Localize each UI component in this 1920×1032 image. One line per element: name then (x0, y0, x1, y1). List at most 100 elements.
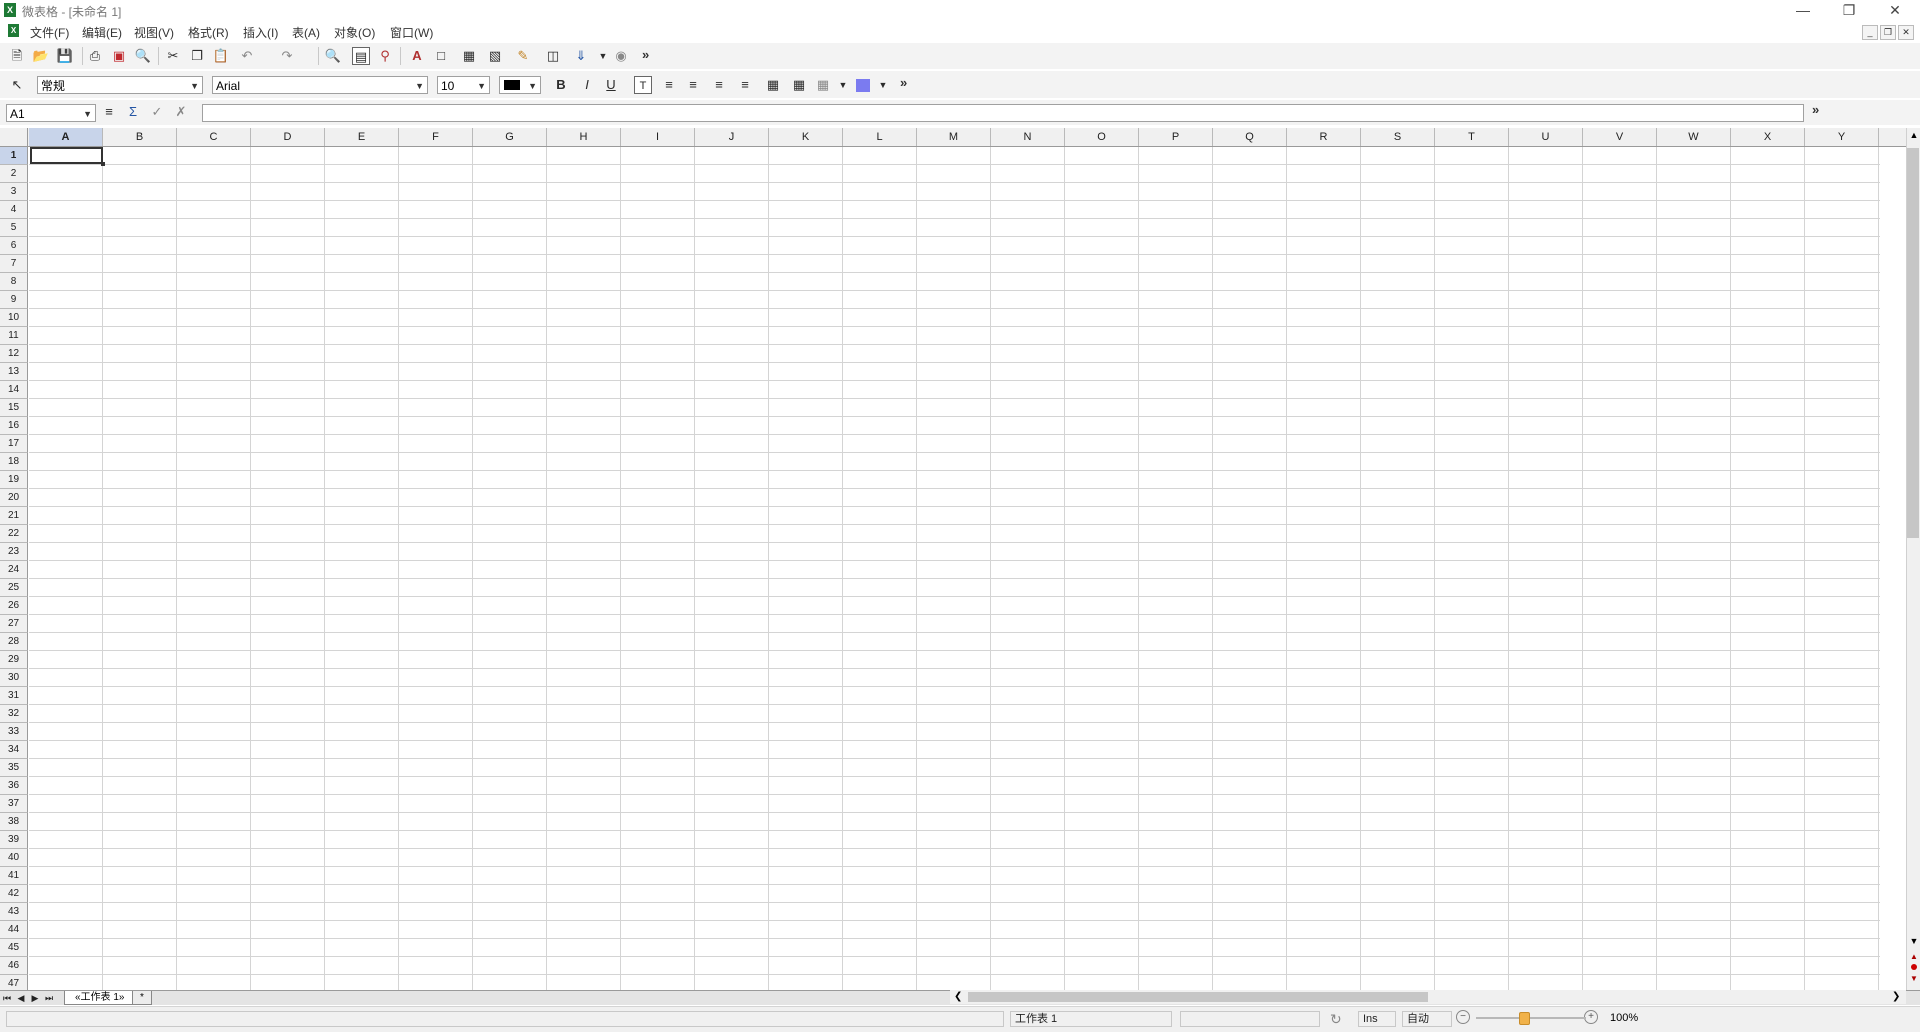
zoom-slider-track[interactable] (1476, 1017, 1586, 1019)
mdi-close-button[interactable]: ✕ (1898, 25, 1914, 40)
column-header[interactable]: I (621, 128, 695, 146)
sheet-tab-1[interactable]: «工作表 1» (64, 991, 136, 1005)
next-sheet-icon[interactable]: ▶ (28, 991, 42, 1005)
last-sheet-icon[interactable]: ⏭ (42, 991, 56, 1005)
restore-button[interactable]: ❐ (1826, 0, 1872, 20)
row-header[interactable]: 1 (0, 147, 28, 165)
insert-icon[interactable]: ⇓ (572, 47, 590, 65)
row-header[interactable]: 14 (0, 381, 28, 399)
open-folder-icon[interactable]: 📂 (32, 47, 50, 65)
row-header[interactable]: 17 (0, 435, 28, 453)
menu-edit[interactable]: 编辑(E) (82, 24, 122, 41)
row-header[interactable]: 5 (0, 219, 28, 237)
copy-icon[interactable]: ❐ (188, 47, 206, 65)
merge-cells-icon[interactable]: ▦ (764, 76, 782, 94)
underline-icon[interactable]: U (602, 76, 620, 94)
column-header[interactable]: G (473, 128, 547, 146)
page-down-icon[interactable]: ▼ (1910, 974, 1918, 983)
column-header[interactable]: S (1361, 128, 1435, 146)
row-header[interactable]: 25 (0, 579, 28, 597)
row-header[interactable]: 31 (0, 687, 28, 705)
row-header[interactable]: 13 (0, 363, 28, 381)
row-header[interactable]: 40 (0, 849, 28, 867)
zoom-slider-knob[interactable] (1519, 1012, 1530, 1025)
vertical-scroll-thumb[interactable] (1907, 148, 1919, 538)
column-header[interactable]: A (29, 128, 103, 146)
menu-view[interactable]: 视图(V) (134, 24, 174, 41)
row-header[interactable]: 44 (0, 921, 28, 939)
column-header[interactable]: J (695, 128, 769, 146)
document-icon[interactable]: X (8, 24, 19, 37)
first-sheet-icon[interactable]: ⏮ (0, 991, 14, 1005)
row-header[interactable]: 39 (0, 831, 28, 849)
align-left-icon[interactable]: ≡ (660, 76, 678, 94)
column-icon[interactable]: ◫ (544, 47, 562, 65)
row-header[interactable]: 43 (0, 903, 28, 921)
new-document-icon[interactable]: 🗎 (8, 47, 26, 65)
column-header[interactable]: N (991, 128, 1065, 146)
menu-table[interactable]: 表(A) (292, 24, 320, 41)
chart-icon[interactable]: ▤ (352, 47, 370, 65)
menu-object[interactable]: 对象(O) (334, 24, 375, 41)
row-header[interactable]: 9 (0, 291, 28, 309)
insert-mode-indicator[interactable]: Ins (1358, 1011, 1396, 1027)
menu-insert[interactable]: 插入(I) (243, 24, 278, 41)
column-header[interactable]: K (769, 128, 843, 146)
row-header[interactable]: 24 (0, 561, 28, 579)
formula-overflow-button[interactable]: » (1812, 102, 1819, 117)
prev-sheet-icon[interactable]: ◀ (14, 991, 28, 1005)
column-header[interactable]: U (1509, 128, 1583, 146)
scroll-up-icon[interactable]: ▲ (1907, 128, 1920, 142)
row-header[interactable]: 8 (0, 273, 28, 291)
zoom-in-button[interactable]: + (1584, 1010, 1598, 1024)
row-header[interactable]: 19 (0, 471, 28, 489)
row-header[interactable]: 23 (0, 543, 28, 561)
scroll-left-icon[interactable]: ❮ (954, 990, 962, 1004)
zoom-out-button[interactable]: − (1456, 1010, 1470, 1024)
column-header[interactable]: R (1287, 128, 1361, 146)
chevron-down-icon[interactable]: ▼ (594, 47, 612, 65)
row-header[interactable]: 33 (0, 723, 28, 741)
style-combo[interactable]: 常规 ▼ (37, 76, 203, 94)
row-header[interactable]: 21 (0, 507, 28, 525)
row-header[interactable]: 36 (0, 777, 28, 795)
mdi-restore-button[interactable]: ❐ (1880, 25, 1896, 40)
row-header[interactable]: 42 (0, 885, 28, 903)
column-header[interactable]: H (547, 128, 621, 146)
hatch-icon[interactable]: ▧ (486, 47, 504, 65)
column-header[interactable]: B (103, 128, 177, 146)
row-header[interactable]: 37 (0, 795, 28, 813)
chevron-down-icon[interactable]: ▼ (834, 76, 852, 94)
select-pointer-icon[interactable]: ↖ (8, 76, 26, 94)
column-header[interactable]: D (251, 128, 325, 146)
menu-format[interactable]: 格式(R) (188, 24, 229, 41)
row-header[interactable]: 4 (0, 201, 28, 219)
column-header[interactable]: V (1583, 128, 1657, 146)
row-header[interactable]: 6 (0, 237, 28, 255)
column-header[interactable]: F (399, 128, 473, 146)
row-header[interactable]: 27 (0, 615, 28, 633)
selected-cell[interactable] (30, 147, 103, 164)
row-header[interactable]: 26 (0, 597, 28, 615)
split-cells-icon[interactable]: ▦ (790, 76, 808, 94)
column-header[interactable]: O (1065, 128, 1139, 146)
row-header[interactable]: 7 (0, 255, 28, 273)
row-header[interactable]: 20 (0, 489, 28, 507)
horizontal-scroll-thumb[interactable] (968, 992, 1428, 1002)
row-header[interactable]: 45 (0, 939, 28, 957)
column-header[interactable]: Y (1805, 128, 1879, 146)
row-header[interactable]: 10 (0, 309, 28, 327)
grid-icon[interactable]: ▦ (460, 47, 478, 65)
row-header[interactable]: 16 (0, 417, 28, 435)
row-header[interactable]: 28 (0, 633, 28, 651)
redo-icon[interactable]: ↷ (278, 47, 296, 65)
column-header[interactable]: T (1435, 128, 1509, 146)
toolbar-overflow-button[interactable]: » (642, 47, 649, 62)
menu-window[interactable]: 窗口(W) (390, 24, 433, 41)
row-header[interactable]: 18 (0, 453, 28, 471)
row-header[interactable]: 11 (0, 327, 28, 345)
column-header[interactable]: L (843, 128, 917, 146)
chevron-down-icon[interactable]: ▼ (874, 76, 892, 94)
borders-icon[interactable]: ▦ (814, 76, 832, 94)
crop-icon[interactable]: □ (432, 47, 450, 65)
